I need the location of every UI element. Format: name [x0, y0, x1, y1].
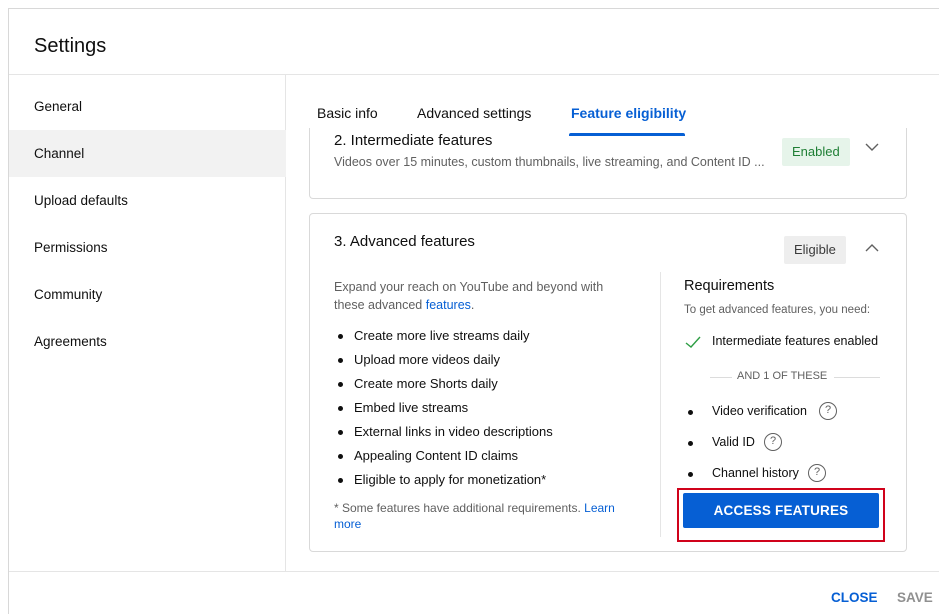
settings-sidebar: General Channel Upload defaults Permissi…: [9, 75, 286, 571]
sidebar-item-agreements[interactable]: Agreements: [9, 318, 286, 365]
status-badge-eligible: Eligible: [784, 236, 846, 264]
list-item: Embed live streams: [334, 399, 634, 423]
footnote: * Some features have additional requirem…: [334, 501, 615, 531]
requirements-separator: AND 1 OF THESE: [684, 370, 880, 384]
help-icon[interactable]: ?: [808, 464, 826, 482]
help-icon[interactable]: ?: [819, 402, 837, 420]
save-button[interactable]: SAVE: [897, 590, 933, 605]
requirements-title: Requirements: [684, 278, 775, 294]
settings-content: 2. Intermediate features Videos over 15 …: [287, 75, 939, 571]
chevron-up-icon[interactable]: [862, 238, 882, 258]
sidebar-item-channel[interactable]: Channel: [9, 130, 286, 177]
help-icon[interactable]: ?: [764, 433, 782, 451]
status-badge-enabled: Enabled: [782, 138, 850, 166]
advanced-features-details: Expand your reach on YouTube and beyond …: [334, 278, 634, 531]
dialog-footer: CLOSE SAVE: [9, 571, 939, 614]
active-tab-indicator: [569, 133, 685, 136]
sidebar-item-permissions[interactable]: Permissions: [9, 224, 286, 271]
list-item: Appealing Content ID claims: [334, 447, 634, 471]
requirements-subtitle: To get advanced features, you need:: [684, 304, 871, 316]
access-features-button[interactable]: ACCESS FEATURES: [683, 493, 879, 528]
list-item: Create more Shorts daily: [334, 375, 634, 399]
sidebar-item-general[interactable]: General: [9, 83, 286, 130]
list-item: Create more live streams daily: [334, 327, 634, 351]
tab-basic-info[interactable]: Basic info: [317, 105, 378, 121]
chevron-down-icon[interactable]: [862, 137, 882, 157]
advanced-features-title: 3. Advanced features: [334, 233, 475, 250]
advanced-intro: Expand your reach on YouTube and beyond …: [334, 280, 604, 312]
check-icon: [685, 336, 701, 348]
list-item: External links in video descriptions: [334, 423, 634, 447]
column-divider: [660, 272, 661, 537]
intermediate-features-description: Videos over 15 minutes, custom thumbnail…: [334, 155, 765, 169]
close-button[interactable]: CLOSE: [831, 590, 878, 605]
tab-feature-eligibility[interactable]: Feature eligibility: [571, 105, 686, 121]
tab-bar: Basic info Advanced settings Feature eli…: [287, 75, 939, 138]
requirements-panel: Requirements To get advanced features, y…: [684, 278, 894, 482]
sidebar-item-community[interactable]: Community: [9, 271, 286, 318]
dialog-title: Settings: [34, 35, 107, 57]
settings-dialog: Settings General Channel Upload defaults…: [8, 8, 939, 614]
features-link[interactable]: features: [426, 298, 471, 312]
sidebar-item-upload-defaults[interactable]: Upload defaults: [9, 177, 286, 224]
list-item: Upload more videos daily: [334, 351, 634, 375]
tab-advanced-settings[interactable]: Advanced settings: [417, 105, 531, 121]
list-item: Eligible to apply for monetization*: [334, 471, 634, 495]
intermediate-features-card[interactable]: 2. Intermediate features Videos over 15 …: [309, 128, 907, 199]
feature-list: Create more live streams daily Upload mo…: [334, 327, 634, 495]
dialog-header: Settings: [9, 9, 939, 75]
